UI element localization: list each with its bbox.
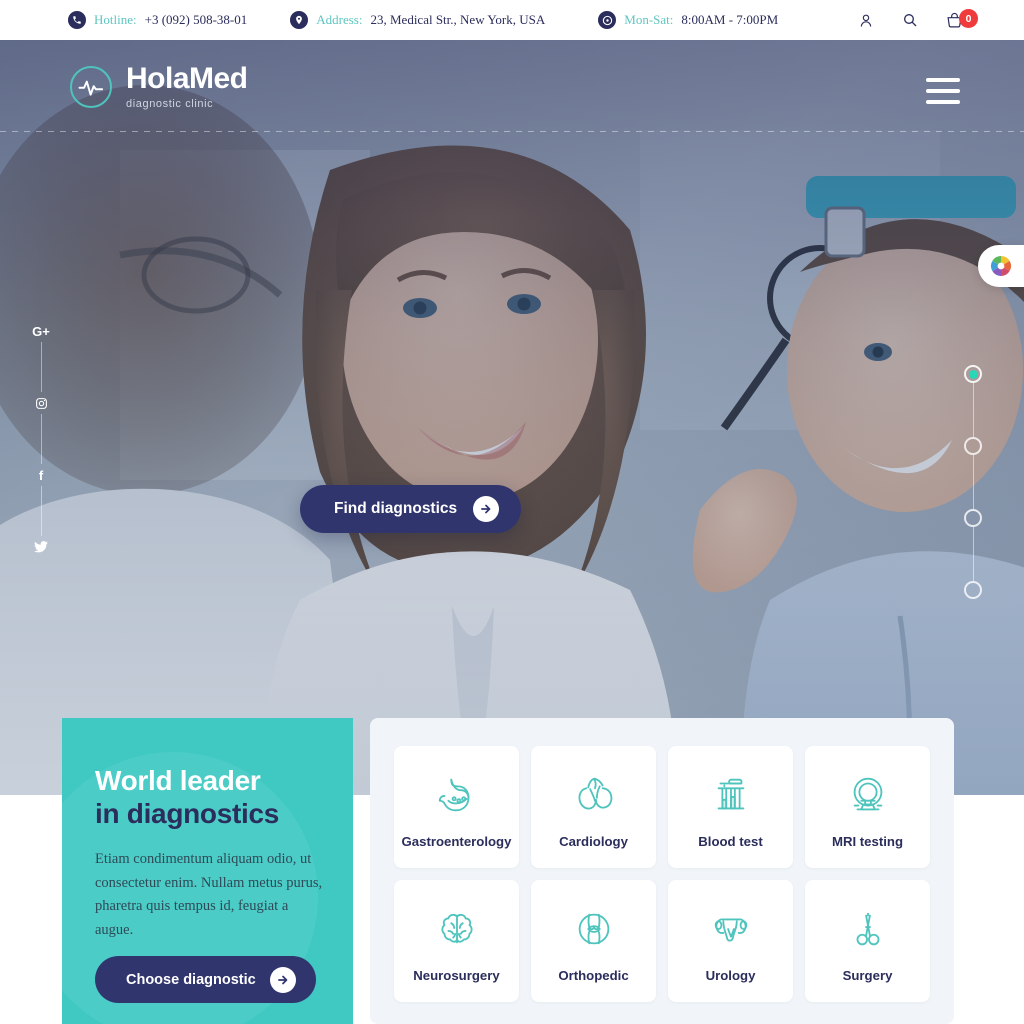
address-label: Address: [316, 12, 363, 27]
service-label: Blood test [698, 833, 763, 849]
knee-joint-icon [571, 900, 617, 958]
address-info[interactable]: Address: 23, Medical Str., New York, USA [290, 11, 545, 29]
header-divider [0, 131, 1024, 132]
scissors-icon [845, 900, 891, 958]
instagram-icon[interactable] [30, 392, 52, 414]
social-rail: G+ f [30, 320, 52, 558]
hours-label: Mon-Sat: [624, 12, 674, 27]
dot-connector [972, 455, 974, 509]
dot-connector [972, 383, 974, 437]
phone-icon [68, 11, 86, 29]
rail-divider [40, 414, 42, 464]
twitter-icon[interactable] [30, 536, 52, 558]
logo-name: HolaMed [126, 62, 248, 95]
color-wheel-icon[interactable] [978, 245, 1024, 287]
hamburger-menu-icon[interactable] [926, 78, 960, 104]
hero-banner: HolaMed diagnostic clinic G+ f Find diag… [0, 40, 1024, 795]
hero-overlay [0, 40, 1024, 795]
hotline-label: Hotline: [94, 12, 137, 27]
rail-divider [40, 342, 42, 392]
services-grid: Gastroenterology Cardiology Blood test M… [394, 746, 930, 1002]
hero-slider-dots [964, 365, 982, 599]
promo-paragraph: Etiam condimentum aliquam odio, ut conse… [95, 851, 323, 938]
slider-dot-2[interactable] [964, 437, 982, 455]
promo-panel: World leader in diagnostics Etiam condim… [62, 718, 353, 1024]
stomach-icon [434, 766, 480, 824]
service-label: Surgery [842, 967, 893, 983]
service-label: MRI testing [831, 833, 904, 849]
heart-icon [571, 766, 617, 824]
burger-bar [926, 100, 960, 104]
service-card-neurosurgery[interactable]: Neurosurgery [394, 880, 519, 1002]
facebook-icon[interactable]: f [30, 464, 52, 486]
service-card-mri-testing[interactable]: MRI testing [805, 746, 930, 868]
heartbeat-pulse-icon [70, 66, 112, 108]
address-value: 23, Medical Str., New York, USA [370, 12, 546, 27]
hours-value: 8:00AM - 7:00PM [681, 12, 779, 27]
promo-title-line1: World leader [95, 765, 261, 796]
site-logo[interactable]: HolaMed diagnostic clinic [70, 64, 248, 110]
hours-info[interactable]: Mon-Sat: 8:00AM - 7:00PM [598, 11, 778, 29]
hotline-info[interactable]: Hotline: +3 (092) 508-38-01 [68, 11, 247, 29]
topbar-actions: 0 [856, 0, 978, 40]
googleplus-icon[interactable]: G+ [30, 320, 52, 342]
burger-bar [926, 78, 960, 82]
service-card-blood-test[interactable]: Blood test [668, 746, 793, 868]
burger-bar [926, 89, 960, 93]
service-label: Urology [705, 967, 756, 983]
hotline-value: +3 (092) 508-38-01 [144, 12, 248, 27]
service-card-gastroenterology[interactable]: Gastroenterology [394, 746, 519, 868]
service-label: Gastroenterology [401, 833, 512, 849]
top-info-bar: Hotline: +3 (092) 508-38-01 Address: 23,… [0, 0, 1024, 40]
find-diagnostics-label: Find diagnostics [334, 500, 458, 517]
cart-count-badge: 0 [959, 9, 978, 28]
arrow-right-icon [473, 496, 500, 522]
mri-scanner-icon [845, 766, 891, 824]
service-card-orthopedic[interactable]: Orthopedic [531, 880, 656, 1002]
service-card-urology[interactable]: Urology [668, 880, 793, 1002]
services-panel: Gastroenterology Cardiology Blood test M… [370, 718, 954, 1024]
choose-diagnostic-label: Choose diagnostic [126, 971, 256, 988]
service-label: Neurosurgery [413, 967, 500, 983]
user-icon[interactable] [856, 10, 876, 30]
cart-button[interactable]: 0 [944, 9, 978, 30]
location-pin-icon [290, 11, 309, 29]
arrow-right-icon [269, 966, 296, 993]
clock-icon [598, 11, 617, 29]
brain-icon [434, 900, 480, 958]
slider-dot-1[interactable] [964, 365, 982, 383]
service-card-surgery[interactable]: Surgery [805, 880, 930, 1002]
slider-dot-4[interactable] [964, 581, 982, 599]
service-card-cardiology[interactable]: Cardiology [531, 746, 656, 868]
service-label: Orthopedic [558, 967, 629, 983]
service-label: Cardiology [559, 833, 628, 849]
search-icon[interactable] [900, 10, 920, 30]
rail-divider [40, 486, 42, 536]
uterus-icon [708, 900, 754, 958]
test-tubes-icon [708, 766, 754, 824]
logo-tagline: diagnostic clinic [126, 98, 214, 110]
dot-connector [972, 527, 974, 581]
choose-diagnostic-button[interactable]: Choose diagnostic [95, 956, 316, 1003]
promo-title-line2: in diagnostics [95, 798, 280, 830]
slider-dot-3[interactable] [964, 509, 982, 527]
find-diagnostics-button[interactable]: Find diagnostics [300, 485, 522, 533]
